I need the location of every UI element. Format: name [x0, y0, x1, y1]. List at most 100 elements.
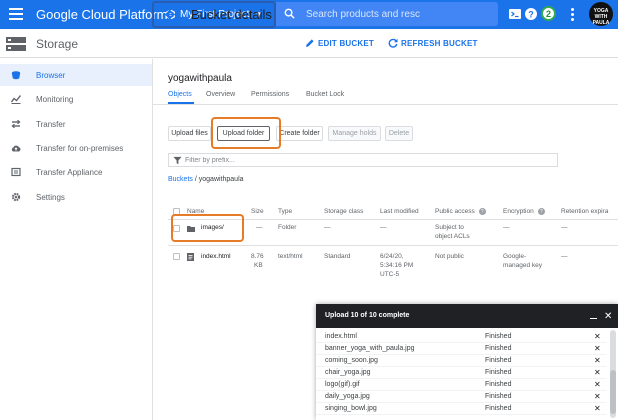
- refresh-bucket-label: REFRESH BUCKET: [401, 38, 478, 48]
- column-header-public-access[interactable]: Public access?: [435, 208, 486, 215]
- row-last-modified: UTC-5: [380, 271, 400, 278]
- column-header-storage-class-label: Storage class: [324, 208, 364, 215]
- tab-permissions[interactable]: Permissions: [251, 91, 289, 98]
- close-icon[interactable]: ✕: [594, 380, 601, 389]
- column-header-encryption[interactable]: Encryption?: [503, 208, 545, 215]
- sidebar-item-browser[interactable]: Browser: [0, 64, 152, 86]
- edit-bucket-button[interactable]: EDIT BUCKET: [305, 38, 374, 48]
- row-type: text/html: [278, 253, 303, 260]
- close-icon[interactable]: ✕: [594, 368, 601, 377]
- row-encryption: Google-: [503, 253, 527, 260]
- close-icon[interactable]: ✕: [604, 312, 612, 322]
- sidebar-item-label: Transfer Appliance: [36, 167, 103, 177]
- upload-item-status: Finished: [485, 405, 512, 412]
- column-header-retention[interactable]: Retention expira: [561, 208, 608, 215]
- column-header-size[interactable]: Size: [251, 208, 264, 215]
- refresh-icon: [388, 38, 398, 48]
- column-header-type[interactable]: Type: [278, 208, 292, 215]
- sidebar-item-transfer-appliance[interactable]: Transfer Appliance: [0, 161, 152, 183]
- upload-item: logo(gif).gif Finished ✕: [316, 379, 606, 391]
- section-title: Storage: [36, 37, 79, 51]
- close-icon[interactable]: ✕: [594, 392, 601, 401]
- upload-item: index.html Finished ✕: [316, 331, 606, 343]
- row-last-modified: —: [380, 224, 387, 231]
- delete-button[interactable]: Delete: [385, 126, 413, 141]
- row-retention: —: [561, 253, 568, 260]
- close-icon[interactable]: ✕: [594, 344, 601, 353]
- row-encryption: managed key: [503, 262, 543, 269]
- search-input[interactable]: [306, 6, 492, 22]
- tab-overview[interactable]: Overview: [206, 91, 235, 98]
- column-header-last-modified[interactable]: Last modified: [380, 208, 419, 215]
- sidebar: Browser Monitoring Transfer Transfer for…: [0, 59, 153, 420]
- minimize-icon[interactable]: [590, 318, 597, 319]
- refresh-bucket-button[interactable]: REFRESH BUCKET: [388, 38, 478, 48]
- breadcrumb-buckets-link[interactable]: Buckets: [168, 176, 193, 183]
- back-arrow-icon[interactable]: [164, 8, 177, 21]
- svg-text:?: ?: [528, 9, 534, 19]
- file-icon: [187, 253, 194, 261]
- notifications-badge[interactable]: 2: [541, 6, 556, 21]
- avatar-logo-text: YOGA WITH PAULA: [592, 8, 610, 26]
- help-icon[interactable]: ?: [478, 208, 486, 215]
- appliance-icon: [11, 167, 21, 177]
- cloud-shell-icon[interactable]: [508, 7, 522, 21]
- row-size: —: [256, 224, 263, 231]
- manage-holds-button[interactable]: Manage holds: [328, 126, 381, 141]
- row-public-access: Subject to: [435, 224, 464, 231]
- row-checkbox[interactable]: [173, 253, 180, 260]
- sidebar-item-transfer-on-premises[interactable]: Transfer for on-premises: [0, 137, 152, 159]
- breadcrumb-current: yogawithpaula: [198, 176, 244, 183]
- close-icon[interactable]: ✕: [594, 356, 601, 365]
- gear-icon: [11, 192, 21, 202]
- upload-panel-scrollbar[interactable]: [610, 330, 616, 418]
- page-title: Bucket details: [191, 7, 272, 22]
- filter-input[interactable]: [185, 155, 545, 166]
- help-icon[interactable]: ?: [537, 208, 545, 215]
- filter-icon: [173, 156, 182, 165]
- create-folder-button[interactable]: Create folder: [276, 126, 323, 141]
- tab-bucket-lock[interactable]: Bucket Lock: [306, 91, 344, 98]
- sidebar-item-label: Transfer for on-premises: [36, 143, 124, 153]
- sidebar-item-transfer[interactable]: Transfer: [0, 113, 152, 135]
- close-icon[interactable]: ✕: [594, 404, 601, 413]
- menu-icon[interactable]: [9, 8, 23, 20]
- row-type: Folder: [278, 224, 297, 231]
- upload-item: banner_yoga_with_paula.jpg Finished ✕: [316, 343, 606, 355]
- close-icon[interactable]: ✕: [594, 332, 601, 341]
- row-storage-class: Standard: [324, 253, 351, 260]
- brand-title[interactable]: Google Cloud Platform: [36, 7, 168, 22]
- sidebar-item-monitoring[interactable]: Monitoring: [0, 88, 152, 110]
- upload-files-button[interactable]: Upload files: [168, 126, 211, 141]
- upload-item-name: daily_yoga.jpg: [325, 393, 370, 400]
- transfer-icon: [11, 119, 21, 129]
- sidebar-item-settings[interactable]: Settings: [0, 186, 152, 208]
- upload-item-name: logo(gif).gif: [325, 381, 360, 388]
- avatar[interactable]: YOGA WITH PAULA: [589, 2, 613, 26]
- upload-item-name: singing_bowl.jpg: [325, 405, 377, 412]
- upload-item-status: Finished: [485, 345, 512, 352]
- sidebar-item-label: Monitoring: [36, 94, 74, 104]
- filter-bar[interactable]: [168, 153, 558, 167]
- edit-bucket-label: EDIT BUCKET: [318, 38, 374, 48]
- scrollbar-thumb[interactable]: [610, 370, 616, 414]
- tab-objects[interactable]: Objects: [168, 91, 192, 98]
- row-name-link[interactable]: index.html: [201, 253, 231, 262]
- row-retention: —: [561, 224, 568, 231]
- more-vert-icon[interactable]: [571, 8, 575, 22]
- sidebar-item-label: Browser: [36, 70, 66, 80]
- search-icon: [284, 8, 295, 19]
- upload-status-panel: Upload 10 of 10 complete ✕ index.html Fi…: [316, 304, 618, 420]
- storage-icon: [6, 37, 26, 51]
- upload-item-status: Finished: [485, 333, 512, 340]
- column-header-size-label: Size: [251, 208, 264, 215]
- search-bar[interactable]: [274, 2, 498, 26]
- help-icon[interactable]: ?: [524, 7, 538, 21]
- row-last-modified: 6/24/20,: [380, 253, 404, 260]
- row-last-modified: 5:34:16 PM: [380, 262, 414, 269]
- sidebar-item-label: Settings: [36, 192, 65, 202]
- bucket-name: yogawithpaula: [168, 73, 232, 84]
- upload-folder-highlight: [211, 117, 281, 149]
- column-header-storage-class[interactable]: Storage class: [324, 208, 363, 215]
- row-public-access: object ACLs: [435, 233, 470, 240]
